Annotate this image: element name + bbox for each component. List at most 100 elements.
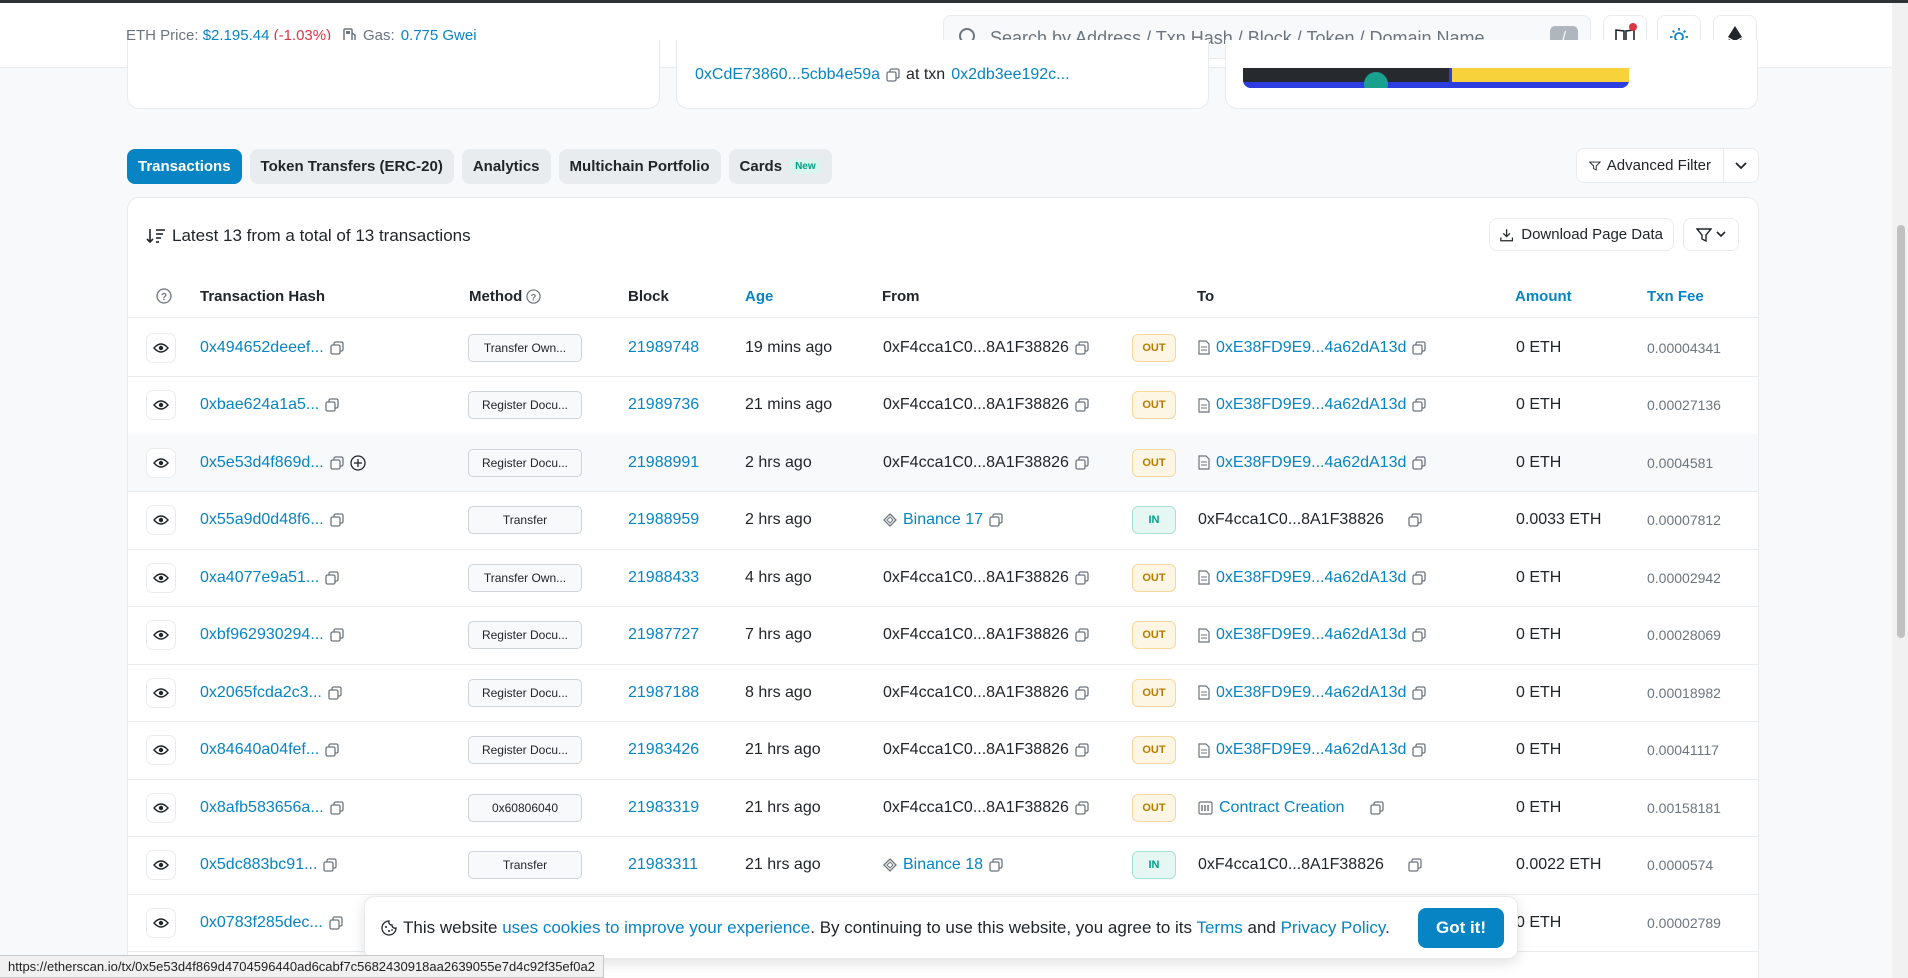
txn-hash-link[interactable]: 0xa4077e9a51... xyxy=(200,569,319,587)
txn-hash-link[interactable]: 0x494652deeef... xyxy=(200,339,324,357)
copy-icon[interactable] xyxy=(1075,398,1089,412)
advanced-filter-button[interactable]: Advanced Filter xyxy=(1577,149,1724,182)
tab-multichain-portfolio[interactable]: Multichain Portfolio xyxy=(558,149,721,184)
to-address-link[interactable]: 0xE38FD9E9...4a62dA13d xyxy=(1216,569,1406,587)
block-link[interactable]: 21983319 xyxy=(628,799,699,817)
method-badge[interactable]: Transfer xyxy=(468,506,582,534)
txn-hash-link[interactable]: 0x84640a04fef... xyxy=(200,741,319,759)
block-link[interactable]: 21988959 xyxy=(628,511,699,529)
block-link[interactable]: 21989736 xyxy=(628,396,699,414)
copy-icon[interactable] xyxy=(325,570,339,585)
preview-button[interactable] xyxy=(146,735,176,765)
txn-hash-link[interactable]: 0x2065fcda2c3... xyxy=(200,684,322,702)
copy-icon[interactable] xyxy=(1408,858,1422,872)
txn-hash-link[interactable]: 0x5dc883bc91... xyxy=(200,856,317,874)
method-badge[interactable]: Register Docu... xyxy=(468,736,582,764)
promo-banner[interactable] xyxy=(1243,68,1629,88)
copy-icon[interactable] xyxy=(1075,800,1089,815)
copy-icon[interactable] xyxy=(1075,455,1089,470)
table-filter-button[interactable] xyxy=(1683,218,1739,251)
from-address-link[interactable]: Binance 17 xyxy=(903,511,983,529)
to-address-link[interactable]: 0xE38FD9E9...4a62dA13d xyxy=(1216,454,1406,472)
tab-analytics[interactable]: Analytics xyxy=(461,149,551,184)
copy-icon[interactable] xyxy=(1412,340,1427,355)
preview-button[interactable] xyxy=(146,907,176,938)
method-badge[interactable]: Register Docu... xyxy=(468,391,582,419)
copy-icon[interactable] xyxy=(325,743,339,757)
txn-hash-link[interactable]: 0xbae624a1a5... xyxy=(200,396,319,414)
block-link[interactable]: 21988991 xyxy=(628,454,699,472)
txn-hash-link[interactable]: 0x55a9d0d48f6... xyxy=(200,511,324,529)
method-badge[interactable]: Register Docu... xyxy=(468,621,582,649)
copy-icon[interactable] xyxy=(1412,685,1427,700)
copy-icon[interactable] xyxy=(1408,513,1422,527)
tab-cards[interactable]: Cards New xyxy=(728,149,832,184)
preview-button[interactable] xyxy=(146,447,176,478)
question-circle-icon[interactable]: ? xyxy=(526,289,541,304)
copy-icon[interactable] xyxy=(1412,743,1427,757)
preview-button[interactable] xyxy=(146,562,176,593)
copy-icon[interactable] xyxy=(886,68,900,82)
header-txn-fee[interactable]: Txn Fee xyxy=(1647,288,1704,305)
method-badge[interactable]: Register Docu... xyxy=(468,448,582,477)
block-link[interactable]: 21989748 xyxy=(628,339,699,357)
cookie-accept-button[interactable]: Got it! xyxy=(1418,908,1504,948)
copy-icon[interactable] xyxy=(1412,570,1427,585)
cookie-policy-link[interactable]: uses cookies to improve your experience xyxy=(502,918,810,937)
block-link[interactable]: 21983311 xyxy=(628,856,698,874)
block-link[interactable]: 21987188 xyxy=(628,684,699,702)
creation-txn-link[interactable]: 0x2db3ee192c... xyxy=(951,66,1069,84)
copy-icon[interactable] xyxy=(1412,398,1427,412)
method-badge[interactable]: Transfer Own... xyxy=(468,563,582,592)
copy-icon[interactable] xyxy=(1075,570,1089,585)
to-address-link[interactable]: 0xE38FD9E9...4a62dA13d xyxy=(1216,396,1406,414)
copy-icon[interactable] xyxy=(1075,628,1089,642)
copy-icon[interactable] xyxy=(989,513,1003,527)
preview-button[interactable] xyxy=(146,332,176,363)
to-address-link[interactable]: 0xE38FD9E9...4a62dA13d xyxy=(1216,684,1406,702)
to-address-link[interactable]: 0xE38FD9E9...4a62dA13d xyxy=(1216,626,1406,644)
tab-token-transfers[interactable]: Token Transfers (ERC-20) xyxy=(249,149,454,184)
block-link[interactable]: 21987727 xyxy=(628,626,699,644)
txn-hash-link[interactable]: 0x0783f285dec... xyxy=(200,914,323,932)
from-address-link[interactable]: Binance 18 xyxy=(903,856,983,874)
preview-button[interactable] xyxy=(146,505,176,535)
copy-icon[interactable] xyxy=(329,915,343,930)
block-link[interactable]: 21983426 xyxy=(628,741,699,759)
block-link[interactable]: 21988433 xyxy=(628,569,699,587)
copy-icon[interactable] xyxy=(330,455,344,470)
copy-icon[interactable] xyxy=(328,685,342,700)
preview-button[interactable] xyxy=(146,390,176,420)
copy-icon[interactable] xyxy=(330,340,344,355)
method-badge[interactable]: Register Docu... xyxy=(468,678,582,707)
method-badge[interactable]: 0x60806040 xyxy=(468,793,582,822)
preview-button[interactable] xyxy=(146,850,176,880)
txn-hash-link[interactable]: 0x5e53d4f869d... xyxy=(200,454,324,472)
preview-button[interactable] xyxy=(146,677,176,708)
preview-button[interactable] xyxy=(146,792,176,823)
txn-hash-link[interactable]: 0xbf962930294... xyxy=(200,626,324,644)
header-age[interactable]: Age xyxy=(745,288,773,305)
to-address-link[interactable]: 0xE38FD9E9...4a62dA13d xyxy=(1216,741,1406,759)
copy-icon[interactable] xyxy=(1412,455,1427,470)
advanced-filter-dropdown[interactable] xyxy=(1724,161,1758,170)
creator-address-link[interactable]: 0xCdE73860...5cbb4e59a xyxy=(695,66,880,84)
tab-transactions[interactable]: Transactions xyxy=(127,149,242,184)
preview-button[interactable] xyxy=(146,620,176,650)
to-address-link[interactable]: 0xE38FD9E9...4a62dA13d xyxy=(1216,339,1406,357)
copy-icon[interactable] xyxy=(1370,800,1385,815)
txn-hash-link[interactable]: 0x8afb583656a... xyxy=(200,799,324,817)
copy-icon[interactable] xyxy=(325,398,339,412)
copy-icon[interactable] xyxy=(330,628,344,642)
copy-icon[interactable] xyxy=(1075,340,1089,355)
copy-icon[interactable] xyxy=(1075,743,1089,757)
header-info[interactable]: ? xyxy=(156,288,172,304)
to-address-link[interactable]: Contract Creation xyxy=(1219,799,1344,817)
page-scrollbar-thumb[interactable] xyxy=(1897,225,1905,638)
copy-icon[interactable] xyxy=(330,513,344,527)
add-icon[interactable] xyxy=(350,454,366,471)
copy-icon[interactable] xyxy=(330,800,344,815)
copy-icon[interactable] xyxy=(1075,685,1089,700)
privacy-policy-link[interactable]: Privacy Policy xyxy=(1281,918,1386,937)
method-badge[interactable]: Transfer xyxy=(468,851,582,879)
